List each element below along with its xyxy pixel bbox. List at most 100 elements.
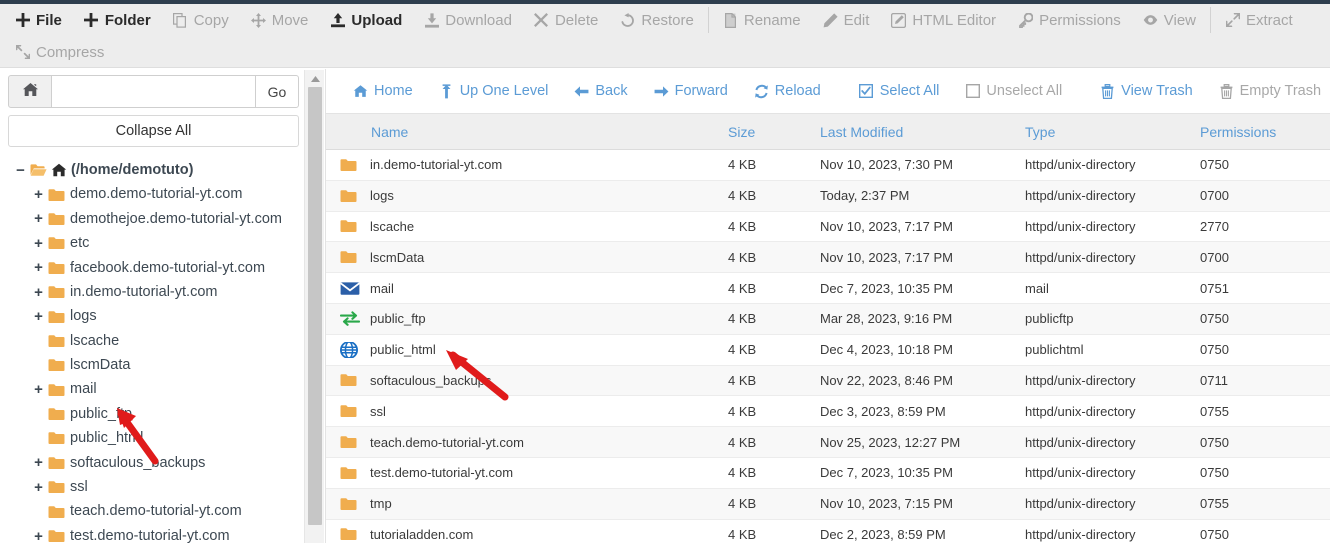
table-row[interactable]: lscmData 4 KB Nov 10, 2023, 7:17 PM http…	[326, 242, 1330, 274]
table-row[interactable]: in.demo-tutorial-yt.com 4 KB Nov 10, 202…	[326, 150, 1330, 181]
nav-button-home[interactable]: Home	[340, 76, 426, 106]
cell-last-modified: Dec 3, 2023, 8:59 PM	[820, 403, 946, 419]
cell-name[interactable]: public_ftp	[326, 311, 728, 327]
toolbar-button-label: Rename	[743, 11, 801, 29]
table-row[interactable]: teach.demo-tutorial-yt.com 4 KB Nov 25, …	[326, 427, 1330, 458]
expand-icon[interactable]: +	[32, 260, 45, 275]
cell-last-modified: Dec 7, 2023, 10:35 PM	[820, 280, 953, 296]
tree-node-public_html[interactable]: public_html	[10, 426, 307, 450]
directory-tree-panel: Go Collapse All − (/home/demotuto) + demo.d…	[0, 69, 307, 543]
cell-name[interactable]: ssl	[326, 403, 728, 419]
cell-type: httpd/unix-directory	[1025, 188, 1136, 204]
nav-button-reload[interactable]: Reload	[741, 76, 834, 106]
table-row[interactable]: softaculous_backups 4 KB Nov 22, 2023, 8…	[326, 365, 1330, 397]
table-row[interactable]: ssl 4 KB Dec 3, 2023, 8:59 PM httpd/unix…	[326, 396, 1330, 428]
nav-button-empty-trash: Empty Trash	[1206, 76, 1330, 106]
folder-icon	[48, 407, 65, 421]
cell-name[interactable]: teach.demo-tutorial-yt.com	[326, 434, 728, 450]
collapse-icon[interactable]: −	[14, 163, 27, 178]
nav-button-back[interactable]: Back	[561, 76, 640, 106]
tree-node-demo-demo-tutorial-yt-com[interactable]: + demo.demo-tutorial-yt.com	[10, 182, 307, 206]
tree-node-softaculous_backups[interactable]: + softaculous_backups	[10, 451, 307, 475]
toolbar-button-file[interactable]: File	[4, 5, 73, 35]
expand-icon[interactable]: +	[32, 211, 45, 226]
expand-icon[interactable]: +	[32, 285, 45, 300]
cell-name[interactable]: softaculous_backups	[326, 372, 728, 388]
toolbar-button-delete: Delete	[523, 5, 609, 35]
nav-button-view-trash[interactable]: View Trash	[1087, 76, 1205, 106]
file-name-label: logs	[370, 188, 394, 204]
path-input[interactable]	[52, 75, 255, 108]
go-button[interactable]: Go	[255, 75, 299, 108]
tree-node-homedemotuto[interactable]: − (/home/demotuto)	[10, 158, 307, 182]
toolbar-button-folder[interactable]: Folder	[73, 5, 162, 35]
html-editor-icon	[891, 12, 907, 28]
scroll-up-arrow-icon[interactable]	[305, 72, 325, 86]
tree-node-label: logs	[70, 308, 97, 325]
cell-name[interactable]: tmp	[326, 496, 728, 512]
collapse-all-button[interactable]: Collapse All	[8, 115, 299, 147]
expand-icon[interactable]: +	[32, 236, 45, 251]
folder-icon	[340, 465, 360, 481]
restore-icon	[620, 12, 635, 28]
file-name-label: tmp	[370, 496, 392, 512]
table-row[interactable]: tutorialadden.com 4 KB Dec 2, 2023, 8:59…	[326, 520, 1330, 542]
file-listing-panel: Home Up One Level Back Forward Reload Select …	[325, 69, 1330, 543]
tree-node-mail[interactable]: + mail	[10, 378, 307, 402]
column-header-size[interactable]: Size	[728, 124, 820, 140]
folder-icon	[48, 505, 65, 519]
toolbar-separator	[1210, 7, 1211, 33]
table-row[interactable]: lscache 4 KB Nov 10, 2023, 7:17 PM httpd…	[326, 212, 1330, 243]
cell-name[interactable]: in.demo-tutorial-yt.com	[326, 157, 728, 173]
tree-node-lscache[interactable]: lscache	[10, 329, 307, 353]
table-row[interactable]: logs 4 KB Today, 2:37 PM httpd/unix-dire…	[326, 180, 1330, 212]
tree-scrollbar[interactable]	[304, 70, 324, 543]
nav-button-select-all[interactable]: Select All	[846, 76, 953, 106]
nav-button-forward[interactable]: Forward	[641, 76, 741, 106]
toolbar-button-label: Delete	[554, 11, 599, 29]
column-header-type[interactable]: Type	[1025, 124, 1200, 140]
table-row[interactable]: mail 4 KB Dec 7, 2023, 10:35 PM mail 075…	[326, 273, 1330, 304]
column-header-permissions[interactable]: Permissions	[1200, 124, 1310, 140]
cell-name[interactable]: lscmData	[326, 249, 728, 265]
table-row[interactable]: public_html 4 KB Dec 4, 2023, 10:18 PM p…	[326, 335, 1330, 366]
table-row[interactable]: test.demo-tutorial-yt.com 4 KB Dec 7, 20…	[326, 458, 1330, 489]
cell-name[interactable]: logs	[326, 188, 728, 204]
table-row[interactable]: tmp 4 KB Nov 10, 2023, 7:15 PM httpd/uni…	[326, 488, 1330, 520]
nav-button-up-one-level[interactable]: Up One Level	[426, 76, 562, 106]
tree-node-ssl[interactable]: + ssl	[10, 475, 307, 499]
expand-icon[interactable]: +	[32, 309, 45, 324]
cell-permissions: 0750	[1200, 526, 1229, 542]
cell-name[interactable]: public_html	[326, 341, 728, 358]
cell-type: httpd/unix-directory	[1025, 526, 1136, 542]
column-header-last-modified[interactable]: Last Modified	[820, 124, 1025, 140]
content-navigation-bar: Home Up One Level Back Forward Reload Select …	[326, 69, 1330, 114]
cell-name[interactable]: mail	[326, 280, 728, 296]
home-icon-button[interactable]	[8, 75, 52, 108]
cell-permissions: 0750	[1200, 465, 1229, 481]
expand-icon[interactable]: +	[32, 529, 45, 543]
cell-name[interactable]: lscache	[326, 218, 728, 234]
tree-node-facebook-demo-tutorial-yt-com[interactable]: + facebook.demo-tutorial-yt.com	[10, 256, 307, 280]
expand-icon[interactable]: +	[32, 480, 45, 495]
tree-node-teach-demo-tutorial-yt-com[interactable]: teach.demo-tutorial-yt.com	[10, 499, 307, 523]
table-row[interactable]: public_ftp 4 KB Mar 28, 2023, 9:16 PM pu…	[326, 303, 1330, 335]
scrollbar-thumb[interactable]	[308, 87, 322, 525]
expand-icon[interactable]: +	[32, 455, 45, 470]
toolbar-button-upload[interactable]: Upload	[319, 5, 413, 35]
tree-node-lscmData[interactable]: lscmData	[10, 353, 307, 377]
tree-node-in-demo-tutorial-yt-com[interactable]: + in.demo-tutorial-yt.com	[10, 280, 307, 304]
tree-node-public_ftp[interactable]: public_ftp	[10, 402, 307, 426]
tree-node-logs[interactable]: + logs	[10, 304, 307, 328]
cell-last-modified: Nov 10, 2023, 7:30 PM	[820, 157, 953, 173]
copy-icon	[173, 12, 188, 28]
tree-node-demothejoe-demo-tutorial-yt-com[interactable]: + demothejoe.demo-tutorial-yt.com	[10, 207, 307, 231]
column-header-name[interactable]: Name	[326, 124, 728, 140]
expand-icon[interactable]: +	[32, 187, 45, 202]
expand-icon[interactable]: +	[32, 382, 45, 397]
cell-name[interactable]: test.demo-tutorial-yt.com	[326, 465, 728, 481]
tree-node-test-demo-tutorial-yt-com[interactable]: + test.demo-tutorial-yt.com	[10, 524, 307, 543]
cell-name[interactable]: tutorialadden.com	[326, 526, 728, 542]
toolbar-button-label: Permissions	[1039, 11, 1121, 29]
tree-node-etc[interactable]: + etc	[10, 231, 307, 255]
